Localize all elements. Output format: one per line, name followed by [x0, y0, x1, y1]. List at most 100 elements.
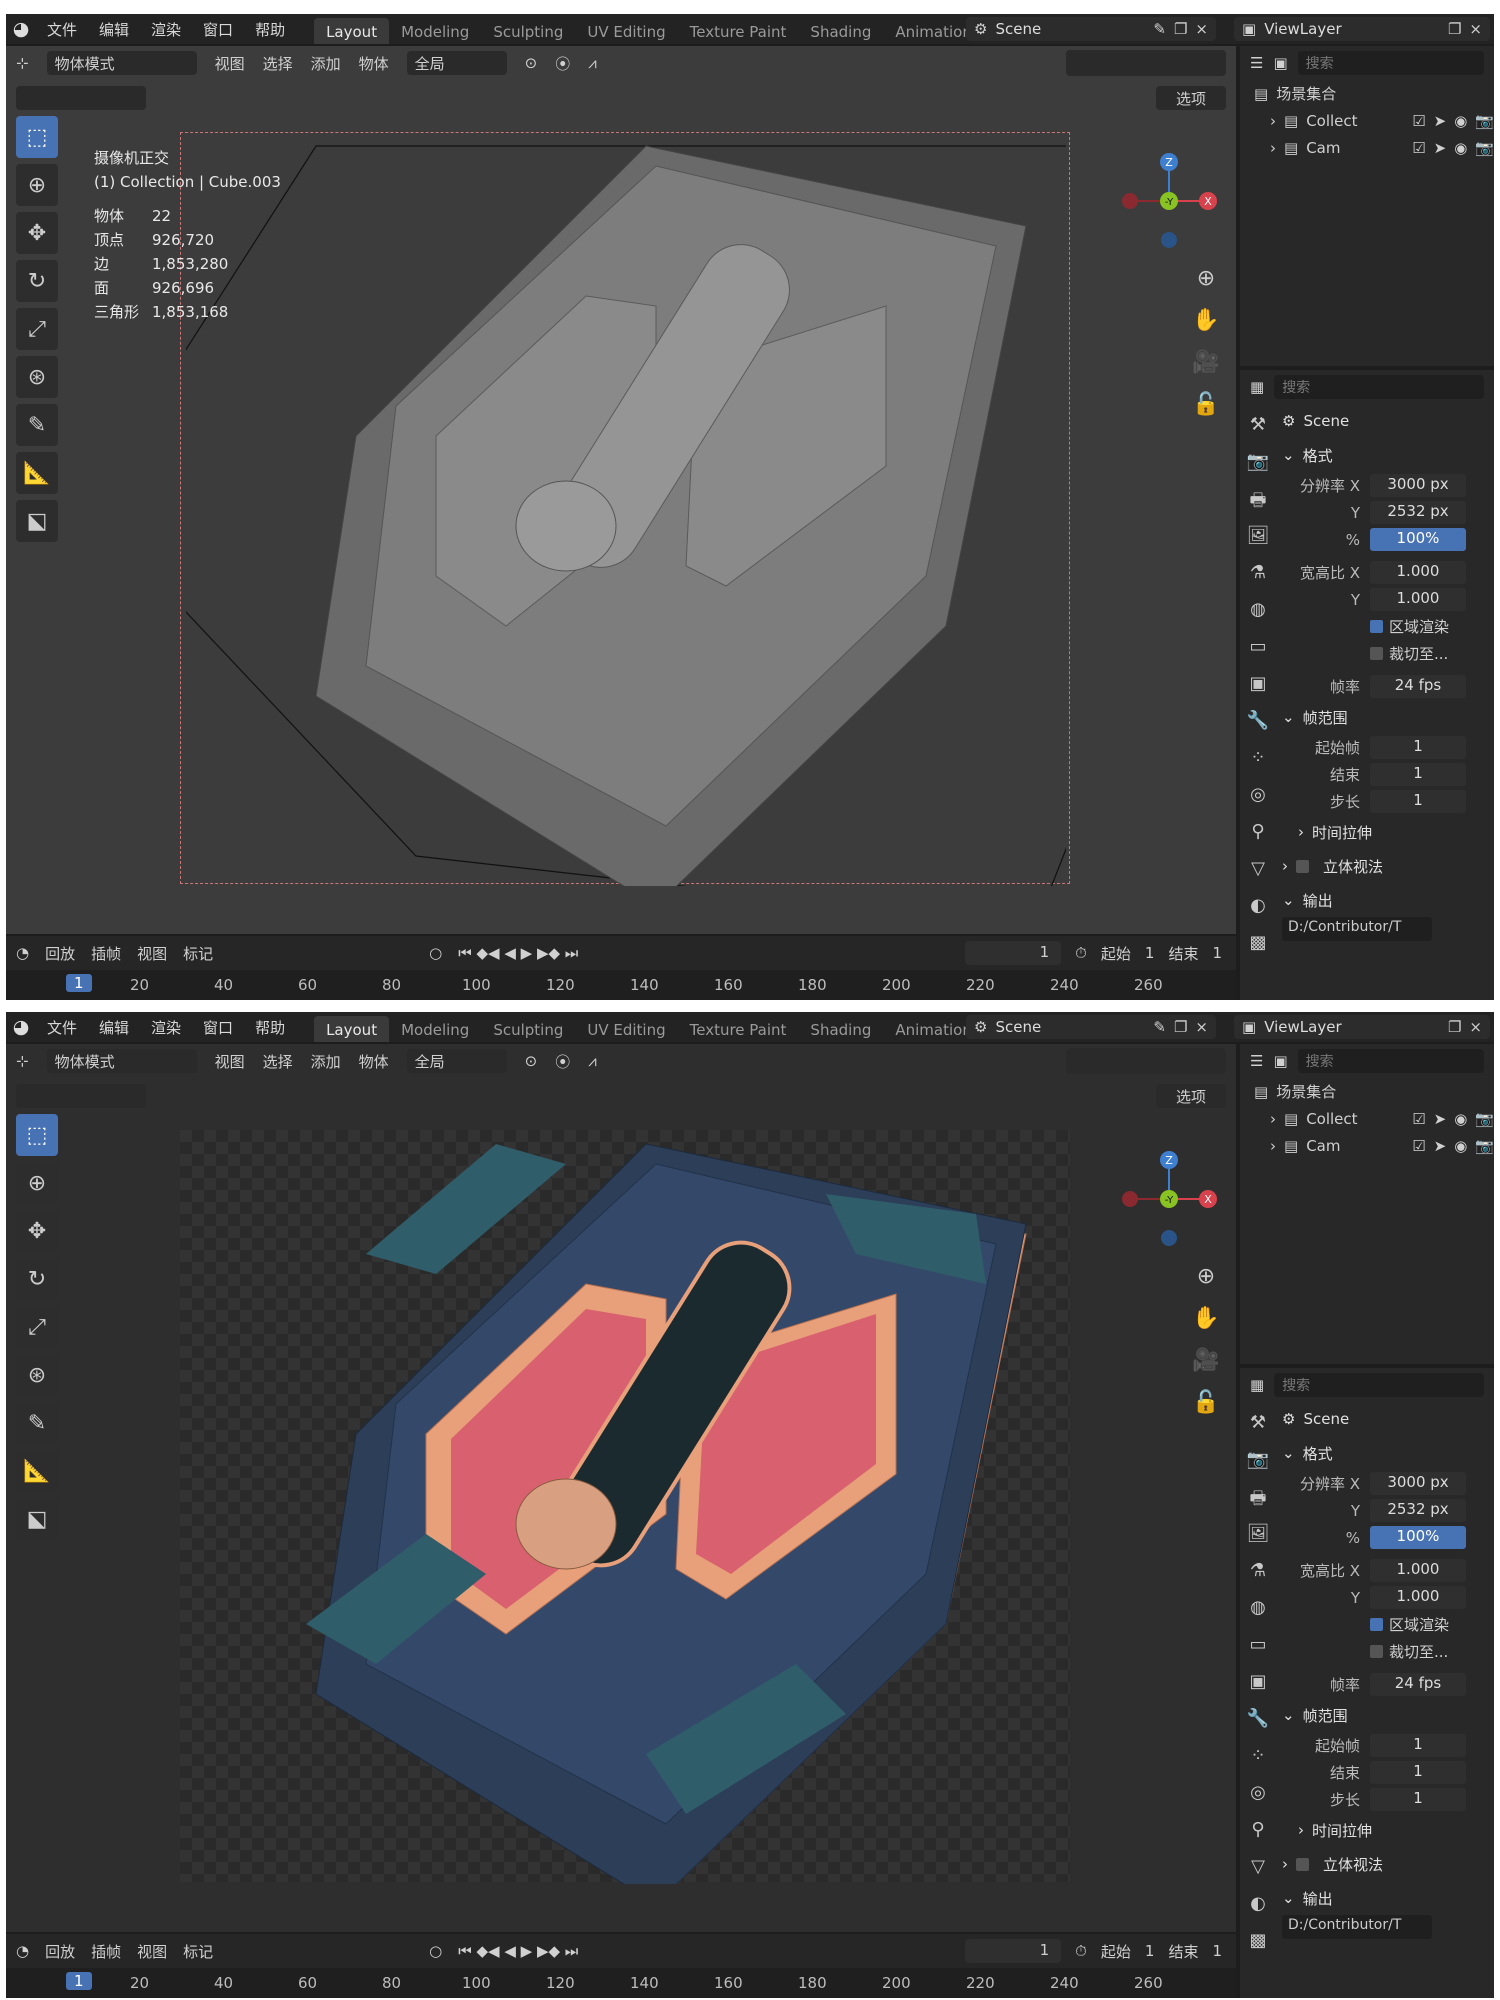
res-x-field[interactable]: 3000 px	[1370, 474, 1466, 497]
world-tab-icon[interactable]: ◍	[1240, 599, 1276, 636]
copy-icon[interactable]: ❐	[1174, 1018, 1187, 1036]
checkbox-icon[interactable]: ☑	[1412, 1110, 1425, 1128]
object-tab-icon[interactable]: ▣	[1240, 673, 1276, 710]
eye-icon[interactable]: ◉	[1454, 112, 1467, 130]
data-tab-icon[interactable]: ▽	[1240, 1856, 1276, 1893]
editor-type-icon[interactable]: ◔	[16, 944, 29, 962]
outliner-item-collect[interactable]: › ▤ Collect ☑ ➤ ◉ 📷	[1240, 107, 1494, 134]
res-x-field[interactable]: 3000 px	[1370, 1472, 1466, 1495]
material-tab-icon[interactable]: ◐	[1240, 1893, 1276, 1930]
aspect-x-field[interactable]: 1.000	[1370, 1559, 1466, 1582]
menu-file[interactable]: 文件	[36, 1017, 88, 1038]
measure-icon[interactable]: 📐	[16, 1450, 58, 1492]
close-icon[interactable]: ×	[1195, 20, 1208, 38]
time-stretch-header[interactable]: › 时间拉伸	[1278, 815, 1494, 849]
menu-edit[interactable]: 编辑	[88, 1017, 140, 1038]
scene-collection-row[interactable]: ▤ 场景集合	[1240, 1078, 1494, 1105]
close-icon[interactable]: ×	[1469, 1018, 1482, 1036]
output-header[interactable]: ⌄ 输出	[1278, 883, 1494, 917]
editor-type-icon[interactable]: ▦	[1250, 1376, 1264, 1394]
pan-hand-icon[interactable]: ✋	[1188, 308, 1224, 350]
menu-window[interactable]: 窗口	[192, 19, 244, 40]
object-menu[interactable]: 物体	[359, 53, 389, 74]
display-mode-icon[interactable]: ▣	[1273, 54, 1287, 72]
menu-render[interactable]: 渲染	[140, 19, 192, 40]
move-icon[interactable]: ✥	[16, 212, 58, 254]
physics-tab-icon[interactable]: ◎	[1240, 784, 1276, 821]
output-path-field[interactable]: D:/Contributor/T	[1282, 917, 1432, 941]
tool-tab-icon[interactable]: ⚒	[1240, 414, 1276, 451]
zoom-icon[interactable]: ⊕	[1188, 266, 1224, 308]
playback-menu[interactable]: 回放	[45, 943, 75, 964]
particles-tab-icon[interactable]: ⁘	[1240, 1745, 1276, 1782]
pivot-icon[interactable]: ⊙	[525, 1052, 538, 1070]
end-value[interactable]: 1	[1212, 1942, 1222, 1960]
physics-tab-icon[interactable]: ◎	[1240, 1782, 1276, 1819]
shading-buttons[interactable]	[1066, 1048, 1226, 1074]
render-tab-icon[interactable]: 📷	[1240, 451, 1276, 488]
aspect-y-field[interactable]: 1.000	[1370, 588, 1466, 611]
crop-row[interactable]: 裁切至...	[1278, 1638, 1494, 1665]
scene-collection-row[interactable]: ▤ 场景集合	[1240, 80, 1494, 107]
cursor-icon[interactable]: ⊕	[16, 1162, 58, 1204]
copy-icon[interactable]: ❐	[1448, 20, 1461, 38]
view-menu[interactable]: 视图	[137, 1941, 167, 1962]
outliner-item-cam[interactable]: › ▤ Cam ☑ ➤ ◉ 📷	[1240, 1132, 1494, 1159]
res-percent-field[interactable]: 100%	[1370, 528, 1466, 551]
frame-start-field[interactable]: 1	[1370, 736, 1466, 759]
frame-range-header[interactable]: ⌄ 帧范围	[1278, 1698, 1494, 1732]
playback-menu[interactable]: 回放	[45, 1941, 75, 1962]
render-tab-icon[interactable]: 📷	[1240, 1449, 1276, 1486]
select-arrow-icon[interactable]: ➤	[1434, 1110, 1447, 1128]
region-render-row[interactable]: 区域渲染	[1278, 613, 1494, 640]
tab-uv-editing[interactable]: UV Editing	[575, 1016, 677, 1042]
current-frame-field[interactable]: 1	[965, 941, 1062, 965]
lock-icon[interactable]: 🔓	[1188, 392, 1224, 434]
outliner-search[interactable]: 搜索	[1297, 1049, 1484, 1073]
view-menu[interactable]: 视图	[215, 53, 245, 74]
editor-type-icon[interactable]: ▦	[1250, 378, 1264, 396]
data-tab-icon[interactable]: ▽	[1240, 858, 1276, 895]
expand-icon[interactable]: ›	[1270, 139, 1276, 157]
output-tab-icon[interactable]: 🖶	[1240, 1486, 1276, 1523]
scene-tab-icon[interactable]: ⚗	[1240, 562, 1276, 599]
collection-tab-icon[interactable]: ▭	[1240, 636, 1276, 673]
object-tab-icon[interactable]: ▣	[1240, 1671, 1276, 1708]
editor-type-icon[interactable]: ⊹	[16, 1052, 29, 1070]
pivot-icon[interactable]: ⊙	[525, 54, 538, 72]
menu-help[interactable]: 帮助	[244, 19, 296, 40]
frame-end-field[interactable]: 1	[1370, 1761, 1466, 1784]
record-icon[interactable]: ○	[429, 1942, 442, 1960]
menu-render[interactable]: 渲染	[140, 1017, 192, 1038]
select-mode-buttons[interactable]	[16, 86, 146, 110]
timer-icon[interactable]: ⏱	[1075, 1942, 1087, 1960]
frame-range-header[interactable]: ⌄ 帧范围	[1278, 700, 1494, 734]
3d-viewport[interactable]: ⊹ 物体模式 视图 选择 添加 物体 全局 ⊙ ⦿ ⩘ ❚❚ 选项 ⬚ ⊕ ✥ …	[6, 1044, 1236, 1932]
rotate-icon[interactable]: ↻	[16, 1258, 58, 1300]
select-menu[interactable]: 选择	[263, 53, 293, 74]
playback-controls[interactable]: ⏮ ◆◀ ◀ ▶ ▶◆ ⏭	[458, 1942, 578, 1960]
viewlayer-selector[interactable]: ▣ ViewLayer ❐ ×	[1234, 17, 1490, 41]
filter-icon[interactable]: ☰	[1250, 54, 1263, 72]
particles-tab-icon[interactable]: ⁘	[1240, 747, 1276, 784]
frame-ruler[interactable]: 1 20 40 60 80 100 120 140 160 180 200 22…	[6, 970, 1236, 1000]
checkbox-unchecked[interactable]	[1370, 1645, 1383, 1658]
select-arrow-icon[interactable]: ➤	[1434, 112, 1447, 130]
eye-icon[interactable]: ◉	[1454, 1137, 1467, 1155]
move-icon[interactable]: ✥	[16, 1210, 58, 1252]
render-camera-icon[interactable]: 📷	[1475, 139, 1494, 157]
end-value[interactable]: 1	[1212, 944, 1222, 962]
playback-controls[interactable]: ⏮ ◆◀ ◀ ▶ ▶◆ ⏭	[458, 944, 578, 962]
select-box-icon[interactable]: ⬚	[16, 1114, 58, 1156]
select-box-icon[interactable]: ⬚	[16, 116, 58, 158]
annotate-icon[interactable]: ✎	[16, 1402, 58, 1444]
orientation-selector[interactable]: 全局	[406, 1049, 507, 1073]
aspect-x-field[interactable]: 1.000	[1370, 561, 1466, 584]
tab-sculpting[interactable]: Sculpting	[481, 18, 575, 44]
tab-texture-paint[interactable]: Texture Paint	[678, 1016, 799, 1042]
display-mode-icon[interactable]: ▣	[1273, 1052, 1287, 1070]
checkbox-icon[interactable]: ☑	[1412, 139, 1425, 157]
view-layer-tab-icon[interactable]: 🖼	[1240, 1523, 1276, 1560]
scale-icon[interactable]: ⤢	[16, 308, 58, 350]
scene-selector[interactable]: ⚙ Scene ✎ ❐ ×	[966, 17, 1216, 41]
